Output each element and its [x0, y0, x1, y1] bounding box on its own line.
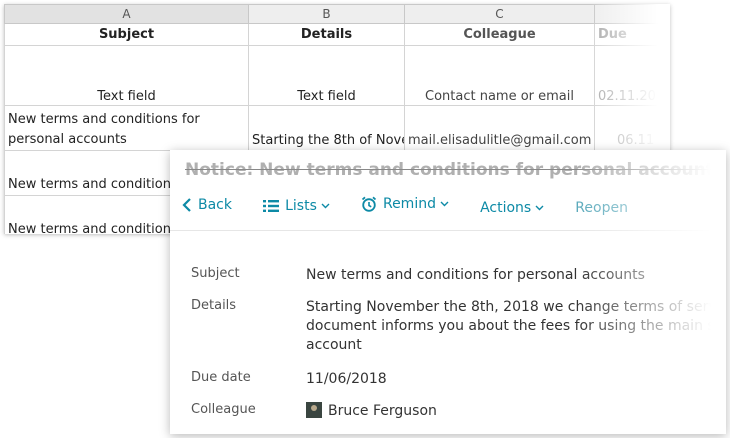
cell-subject[interactable]: New terms and conditions for personal ac…: [4, 105, 249, 151]
notice-title: Notice: New terms and conditions for per…: [185, 160, 724, 180]
chevron-down-icon: [321, 203, 330, 209]
details-line: document informs you about the fees for …: [306, 318, 726, 334]
remind-menu-button[interactable]: Remind: [361, 196, 449, 212]
chevron-down-icon: [440, 201, 449, 207]
chevron-left-icon: [182, 198, 191, 212]
column-letter-d[interactable]: [594, 4, 670, 24]
table-row: New terms and conditions for personal ac…: [4, 105, 670, 151]
details-value: Starting November the 8th, 2018 we chang…: [306, 298, 726, 355]
actions-menu-button[interactable]: Actions: [480, 200, 544, 216]
field-label: Due date: [191, 370, 251, 385]
avatar: [306, 402, 322, 418]
column-letter-c[interactable]: C: [404, 4, 595, 24]
chevron-down-icon: [535, 205, 544, 211]
column-letters-row: A B C: [4, 4, 670, 24]
type-colleague[interactable]: Contact name or email: [404, 45, 595, 106]
cell-colleague[interactable]: mail.elisadulitle@gmail.com: [404, 105, 595, 151]
list-icon: [263, 200, 280, 212]
remind-label: Remind: [382, 196, 436, 212]
colleague-value[interactable]: Bruce Ferguson: [306, 402, 726, 421]
header-details[interactable]: Details: [248, 23, 405, 46]
back-label: Back: [198, 197, 232, 213]
header-due[interactable]: Due: [594, 23, 670, 46]
lists-label: Lists: [285, 198, 317, 214]
alarm-clock-icon: [361, 196, 377, 212]
type-details[interactable]: Text field: [248, 45, 405, 106]
actions-label: Actions: [480, 200, 532, 216]
notice-toolbar: Back Lists Remind Actions Reopen: [182, 196, 654, 220]
header-colleague[interactable]: Colleague: [404, 23, 595, 46]
reopen-button[interactable]: Reopen: [575, 200, 628, 216]
toolbar-divider: [170, 230, 726, 231]
type-due[interactable]: 02.11.20: [594, 45, 670, 106]
due-date-value: 11/06/2018: [306, 371, 387, 387]
notice-card: Notice: New terms and conditions for per…: [170, 150, 726, 434]
subject-value: New terms and conditions for personal ac…: [306, 267, 645, 283]
back-button[interactable]: Back: [182, 197, 232, 213]
field-type-row: Text field Text field Contact name or em…: [4, 45, 670, 106]
field-label: Subject: [191, 266, 240, 281]
reopen-label: Reopen: [575, 200, 628, 216]
type-subject[interactable]: Text field: [4, 45, 249, 106]
field-label: Colleague: [191, 402, 256, 417]
cell-details[interactable]: Starting the 8th of Novem: [248, 105, 405, 151]
header-row: Subject Details Colleague Due: [4, 23, 670, 46]
field-label: Details: [191, 298, 237, 313]
column-letter-a[interactable]: A: [4, 4, 249, 24]
cell-due[interactable]: 06.11: [594, 105, 670, 151]
lists-menu-button[interactable]: Lists: [263, 198, 330, 214]
details-line: Starting November the 8th, 2018 we chang…: [306, 299, 726, 315]
card-fade: [576, 150, 726, 434]
column-letter-b[interactable]: B: [248, 4, 405, 24]
header-subject[interactable]: Subject: [4, 23, 249, 46]
colleague-name: Bruce Ferguson: [328, 403, 437, 419]
details-line: account: [306, 337, 362, 353]
